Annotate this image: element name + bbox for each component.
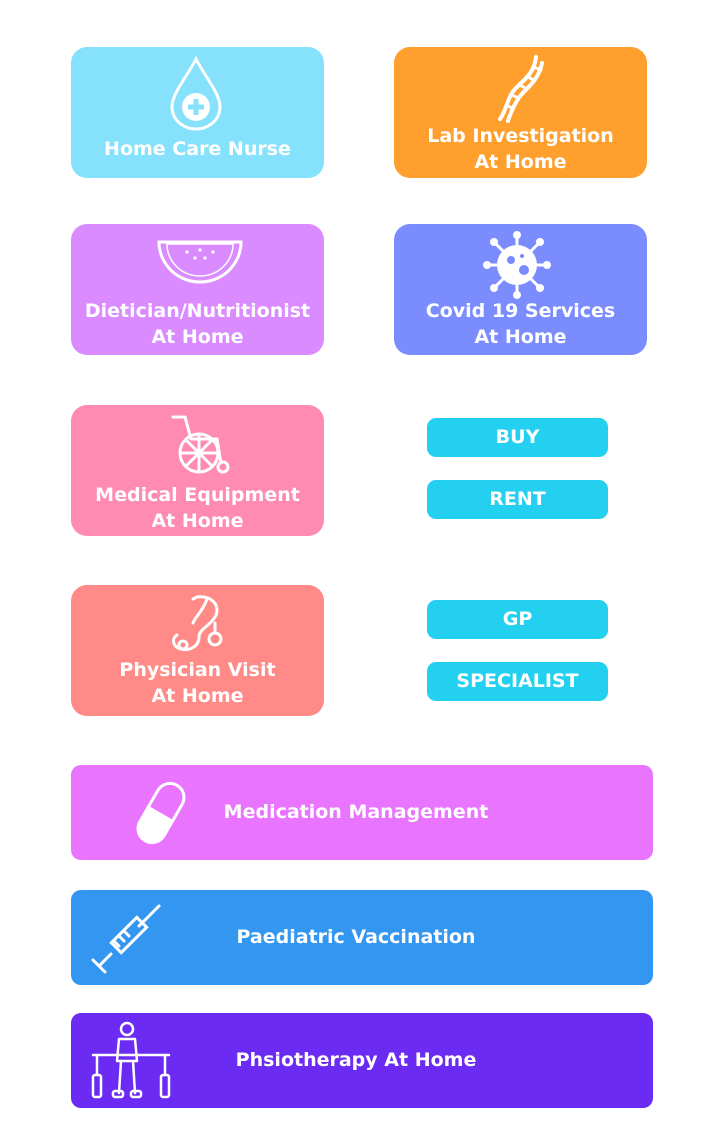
stethoscope-icon: [172, 595, 223, 651]
home-care-nurse-card[interactable]: Home Care Nurse: [71, 47, 324, 178]
paediatric-vaccination-label: Paediatric Vaccination: [236, 926, 476, 948]
medical-equipment-line2: At Home: [151, 510, 244, 532]
buy-button[interactable]: BUY: [427, 418, 608, 457]
watermelon-icon: [157, 240, 243, 284]
covid-line2: At Home: [474, 326, 567, 348]
specialist-button[interactable]: SPECIALIST: [427, 662, 608, 701]
wheelchair-icon: [171, 415, 230, 474]
dietician-line2: At Home: [151, 326, 244, 348]
physician-visit-card[interactable]: Physician Visit At Home: [71, 585, 324, 716]
physician-visit-line1: Physician Visit: [119, 659, 276, 681]
rent-button[interactable]: RENT: [427, 480, 608, 519]
home-care-nurse-label: Home Care Nurse: [104, 138, 291, 160]
dietician-line1: Dietician/Nutritionist: [84, 300, 311, 322]
physiotherapy-icon: [91, 1021, 171, 1099]
water-drop-plus-icon: [170, 55, 222, 131]
syringe-icon: [91, 904, 161, 974]
physician-visit-line2: At Home: [151, 685, 244, 707]
capsule-icon: [136, 781, 186, 845]
paediatric-vaccination-card[interactable]: Paediatric Vaccination: [71, 890, 653, 985]
physiotherapy-label: Phsiotherapy At Home: [235, 1049, 477, 1071]
covid-line1: Covid 19 Services: [425, 300, 616, 322]
covid-services-card[interactable]: Covid 19 Services At Home: [394, 224, 647, 355]
physiotherapy-card[interactable]: Phsiotherapy At Home: [71, 1013, 653, 1108]
lab-investigation-card[interactable]: Lab Investigation At Home: [394, 47, 647, 178]
dna-icon: [498, 55, 544, 123]
medical-equipment-line1: Medical Equipment: [95, 484, 300, 506]
medical-equipment-card[interactable]: Medical Equipment At Home: [71, 405, 324, 536]
medication-management-card[interactable]: Medication Management: [71, 765, 653, 860]
lab-investigation-line1: Lab Investigation: [427, 125, 614, 147]
virus-icon: [483, 231, 551, 299]
gp-button[interactable]: GP: [427, 600, 608, 639]
medication-management-label: Medication Management: [223, 801, 489, 823]
lab-investigation-line2: At Home: [474, 151, 567, 173]
dietician-card[interactable]: Dietician/Nutritionist At Home: [71, 224, 324, 355]
